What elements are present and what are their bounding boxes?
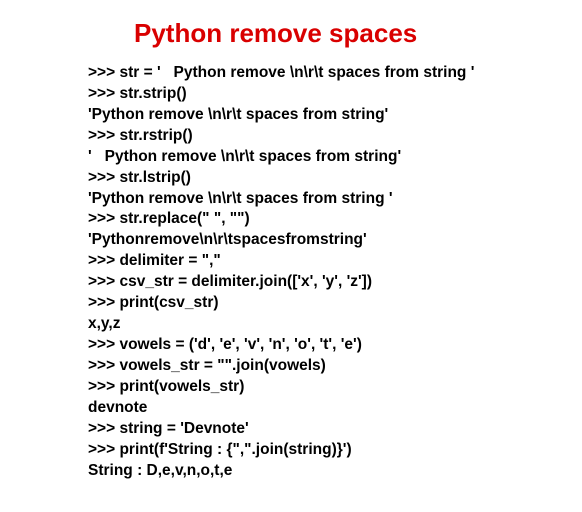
- repl-output-text: x,y,z: [88, 315, 120, 332]
- repl-output-line: devnote: [88, 398, 522, 419]
- repl-input-line: >>> delimiter = ",": [88, 251, 522, 272]
- repl-output-text: 'Pythonremove\n\r\tspacesfromstring': [88, 231, 367, 248]
- repl-output-line: ' Python remove \n\r\t spaces from strin…: [88, 147, 522, 168]
- repl-prompt: >>>: [88, 377, 119, 398]
- repl-input-text: vowels = ('d', 'e', 'v', 'n', 'o', 't', …: [119, 336, 361, 353]
- repl-input-text: print(vowels_str): [119, 378, 244, 395]
- repl-input-line: >>> csv_str = delimiter.join(['x', 'y', …: [88, 272, 522, 293]
- repl-input-text: print(csv_str): [119, 294, 218, 311]
- repl-output-text: 'Python remove \n\r\t spaces from string…: [88, 190, 393, 207]
- repl-input-text: str.lstrip(): [119, 169, 190, 186]
- repl-output-line: 'Python remove \n\r\t spaces from string…: [88, 105, 522, 126]
- repl-input-line: >>> str.rstrip(): [88, 126, 522, 147]
- repl-output-text: String : D,e,v,n,o,t,e: [88, 462, 232, 479]
- repl-input-text: str.strip(): [119, 85, 186, 102]
- repl-input-text: str.replace(" ", ""): [119, 210, 249, 227]
- repl-output-line: x,y,z: [88, 314, 522, 335]
- repl-prompt: >>>: [88, 356, 119, 377]
- page-title: Python remove spaces: [134, 18, 522, 49]
- repl-input-line: >>> str.replace(" ", ""): [88, 209, 522, 230]
- repl-input-line: >>> str.lstrip(): [88, 168, 522, 189]
- repl-output-line: 'Python remove \n\r\t spaces from string…: [88, 189, 522, 210]
- repl-prompt: >>>: [88, 335, 119, 356]
- repl-input-text: string = 'Devnote': [119, 420, 248, 437]
- repl-input-text: str = ' Python remove \n\r\t spaces from…: [119, 64, 474, 81]
- repl-input-line: >>> str.strip(): [88, 84, 522, 105]
- repl-input-line: >>> print(csv_str): [88, 293, 522, 314]
- repl-output-text: devnote: [88, 399, 147, 416]
- repl-output-text: ' Python remove \n\r\t spaces from strin…: [88, 148, 401, 165]
- repl-output-line: 'Pythonremove\n\r\tspacesfromstring': [88, 230, 522, 251]
- repl-input-text: csv_str = delimiter.join(['x', 'y', 'z']…: [119, 273, 372, 290]
- repl-input-line: >>> print(f'String : {",".join(string)}'…: [88, 440, 522, 461]
- repl-output-text: 'Python remove \n\r\t spaces from string…: [88, 106, 388, 123]
- repl-prompt: >>>: [88, 272, 119, 293]
- repl-prompt: >>>: [88, 126, 119, 147]
- repl-prompt: >>>: [88, 293, 119, 314]
- repl-input-line: >>> str = ' Python remove \n\r\t spaces …: [88, 63, 522, 84]
- repl-input-text: delimiter = ",": [119, 252, 220, 269]
- repl-prompt: >>>: [88, 251, 119, 272]
- repl-prompt: >>>: [88, 440, 119, 461]
- repl-input-text: str.rstrip(): [119, 127, 192, 144]
- repl-prompt: >>>: [88, 419, 119, 440]
- repl-output-line: String : D,e,v,n,o,t,e: [88, 461, 522, 482]
- repl-prompt: >>>: [88, 84, 119, 105]
- repl-prompt: >>>: [88, 63, 119, 84]
- repl-prompt: >>>: [88, 209, 119, 230]
- repl-input-line: >>> vowels = ('d', 'e', 'v', 'n', 'o', '…: [88, 335, 522, 356]
- repl-input-text: vowels_str = "".join(vowels): [119, 357, 325, 374]
- document-page: Python remove spaces >>> str = ' Python …: [0, 0, 582, 481]
- repl-input-line: >>> string = 'Devnote': [88, 419, 522, 440]
- code-block: >>> str = ' Python remove \n\r\t spaces …: [88, 63, 522, 481]
- repl-input-line: >>> vowels_str = "".join(vowels): [88, 356, 522, 377]
- repl-input-line: >>> print(vowels_str): [88, 377, 522, 398]
- repl-input-text: print(f'String : {",".join(string)}'): [119, 441, 351, 458]
- repl-prompt: >>>: [88, 168, 119, 189]
